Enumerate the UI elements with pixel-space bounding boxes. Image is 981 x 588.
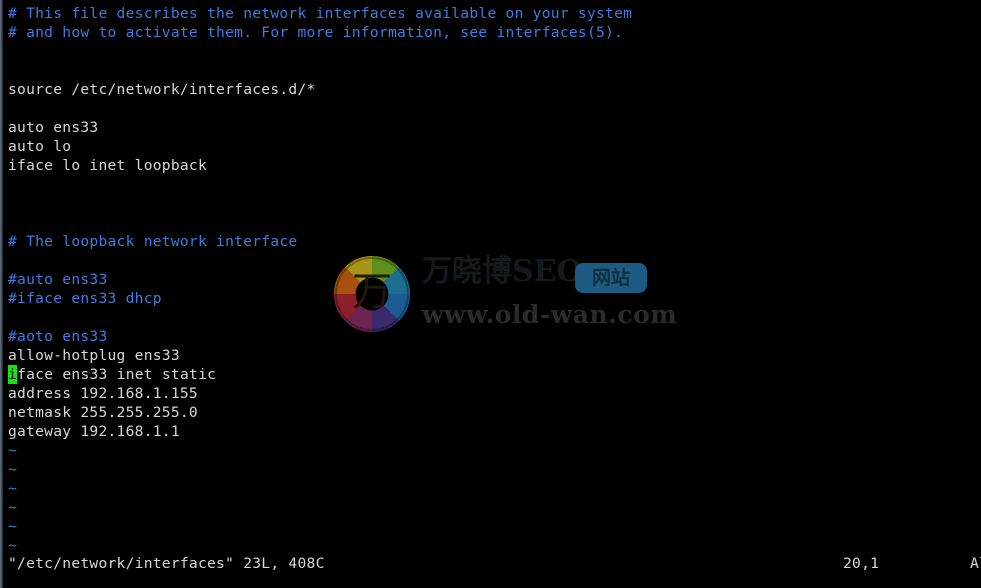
buffer-line[interactable]: iface lo inet loopback <box>8 156 207 175</box>
buffer-line[interactable]: #iface ens33 dhcp <box>8 289 162 308</box>
window-left-edge <box>0 0 3 588</box>
terminal-window[interactable]: # This file describes the network interf… <box>0 0 981 588</box>
buffer-line[interactable]: ~ <box>8 460 17 479</box>
buffer-line[interactable]: auto lo <box>8 137 71 156</box>
buffer-line[interactable]: ~ <box>8 498 17 517</box>
status-file-info: "/etc/network/interfaces" 23L, 408C <box>8 555 325 572</box>
buffer-line[interactable]: netmask 255.255.255.0 <box>8 403 198 422</box>
buffer-line[interactable]: #aoto ens33 <box>8 327 108 346</box>
buffer-line[interactable]: allow-hotplug ens33 <box>8 346 180 365</box>
buffer-line[interactable]: #auto ens33 <box>8 270 108 289</box>
buffer-line[interactable]: # and how to activate them. For more inf… <box>8 23 623 42</box>
vim-status-line: "/etc/network/interfaces" 23L, 408C 20,1… <box>0 552 981 576</box>
buffer-line[interactable]: ~ <box>8 441 17 460</box>
status-cursor-position: 20,1 <box>843 555 880 572</box>
buffer-line[interactable]: # The loopback network interface <box>8 232 297 251</box>
text-cursor: i <box>8 365 18 384</box>
vim-text-buffer[interactable]: # This file describes the network interf… <box>0 0 981 554</box>
buffer-line[interactable]: ~ <box>8 479 17 498</box>
buffer-line[interactable]: gateway 192.168.1.1 <box>8 422 180 441</box>
buffer-line[interactable]: ~ <box>8 517 17 536</box>
buffer-line[interactable]: source /etc/network/interfaces.d/* <box>8 80 316 99</box>
buffer-line[interactable]: # This file describes the network interf… <box>8 4 632 23</box>
buffer-line[interactable]: address 192.168.1.155 <box>8 384 198 403</box>
status-scroll-indicator: All <box>970 555 981 572</box>
buffer-line[interactable]: iface ens33 inet static <box>8 365 216 384</box>
buffer-line[interactable]: auto ens33 <box>8 118 98 137</box>
